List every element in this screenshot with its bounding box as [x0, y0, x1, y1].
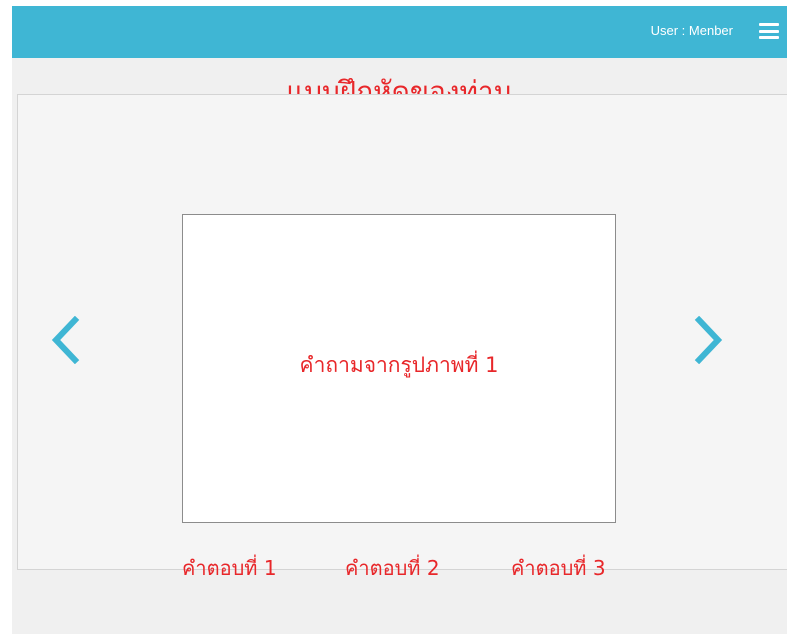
chevron-right-icon[interactable]	[694, 316, 724, 364]
answer-option-3[interactable]: คำตอบที่ 3	[511, 552, 606, 584]
chevron-left-icon[interactable]	[50, 316, 80, 364]
answer-options: คำตอบที่ 1 คำตอบที่ 2 คำตอบที่ 3	[0, 552, 787, 586]
question-image-box: คำถามจากรูปภาพที่ 1	[182, 214, 616, 523]
menu-line	[759, 23, 779, 26]
answer-option-2[interactable]: คำตอบที่ 2	[345, 552, 440, 584]
question-text: คำถามจากรูปภาพที่ 1	[299, 353, 499, 377]
app-page: User : Menber แบบฝึกหัดของท่าน คำถามจากร…	[0, 0, 787, 634]
menu-line	[759, 36, 779, 39]
answer-option-1[interactable]: คำตอบที่ 1	[182, 552, 277, 584]
top-bar: User : Menber	[12, 6, 787, 58]
user-label: User : Menber	[650, 23, 733, 38]
hamburger-menu-icon[interactable]	[759, 23, 779, 39]
menu-line	[759, 29, 779, 33]
